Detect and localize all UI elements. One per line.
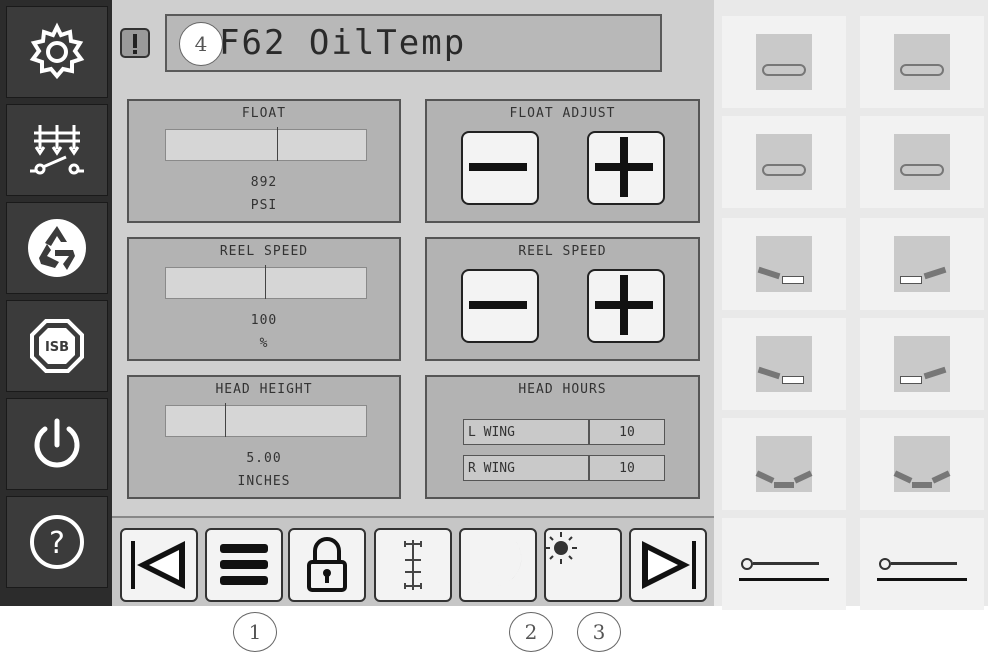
reel-aft-button[interactable]: [860, 16, 984, 108]
header-controls-icon: [30, 125, 84, 175]
reel-forward-icon: [756, 134, 812, 190]
header-tilt-up-icon: [739, 544, 829, 584]
right-wing-up-button[interactable]: [860, 218, 984, 310]
reel-speed-increase-button[interactable]: [587, 269, 665, 343]
left-wing-up-button[interactable]: [722, 218, 846, 310]
recycle-button[interactable]: [6, 202, 108, 294]
reel-forward-button[interactable]: [722, 116, 846, 208]
plus-icon-vertical: [620, 275, 628, 335]
head-height-card: HEAD HEIGHT 5.00 INCHES: [127, 375, 401, 499]
head-hours-left-label: L WING: [463, 419, 589, 445]
head-hours-right-label: R WING: [463, 455, 589, 481]
header-layout-icon: [404, 540, 422, 590]
power-icon: [34, 418, 80, 468]
settings-button[interactable]: [6, 6, 108, 98]
head-hours-row-right: R WING 10: [463, 455, 665, 481]
reel-speed-adjust-title: REEL SPEED: [518, 244, 607, 259]
reel-speed-gauge-marker: [265, 265, 266, 299]
reel-aft-icon: [894, 34, 950, 90]
minus-icon: [469, 301, 527, 309]
float-value: 892: [250, 175, 278, 190]
head-hours-right-value: 10: [589, 455, 665, 481]
reel-fore-aft-button[interactable]: [722, 16, 846, 108]
previous-page-button[interactable]: [120, 528, 198, 602]
fault-code-title: F62 OilTemp: [165, 14, 662, 72]
isb-icon: ISB: [30, 319, 84, 373]
float-increase-button[interactable]: [587, 131, 665, 205]
header-tilt-up-button[interactable]: [722, 518, 846, 610]
next-page-button[interactable]: [629, 528, 707, 602]
reel-fore-aft-icon: [756, 34, 812, 90]
header-tilt-down-button[interactable]: [860, 518, 984, 610]
header-layout-button[interactable]: [374, 528, 452, 602]
right-wing-down-button[interactable]: [860, 318, 984, 410]
left-wing-down-icon: [756, 336, 812, 392]
float-decrease-button[interactable]: [461, 131, 539, 205]
arrow-left-icon: [131, 541, 185, 589]
power-button[interactable]: [6, 398, 108, 490]
callout-1: 1: [233, 612, 277, 652]
left-wing-down-button[interactable]: [722, 318, 846, 410]
right-wing-up-icon: [894, 236, 950, 292]
header-controls-button[interactable]: [6, 104, 108, 196]
head-height-value: 5.00: [246, 451, 282, 466]
reel-speed-adjust-card: REEL SPEED: [425, 237, 700, 361]
reel-speed-unit: %: [259, 336, 269, 351]
wings-down-button[interactable]: [860, 418, 984, 510]
reel-back-button[interactable]: [860, 116, 984, 208]
float-gauge-marker: [277, 127, 278, 161]
float-adjust-title: FLOAT ADJUST: [509, 106, 616, 121]
reel-speed-card: REEL SPEED 100 %: [127, 237, 401, 361]
reel-speed-title: REEL SPEED: [219, 244, 309, 259]
night-mode-button[interactable]: [459, 528, 537, 602]
menu-button[interactable]: [205, 528, 283, 602]
float-unit: PSI: [250, 198, 278, 213]
recycle-icon: [28, 219, 86, 277]
bottom-toolbar: [112, 516, 714, 606]
head-height-unit: INCHES: [237, 474, 291, 489]
plus-icon-vertical: [620, 137, 628, 197]
float-title: FLOAT: [241, 106, 287, 121]
float-gauge: [165, 129, 367, 161]
callout-4: 4: [179, 22, 223, 66]
head-hours-title: HEAD HOURS: [518, 382, 607, 397]
right-wing-down-icon: [894, 336, 950, 392]
sun-icon: [545, 532, 577, 564]
wings-up-button[interactable]: [722, 418, 846, 510]
minus-icon: [469, 163, 527, 171]
reel-speed-value: 100: [250, 313, 278, 328]
wings-up-icon: [755, 436, 813, 492]
help-label: ?: [49, 526, 65, 561]
head-hours-row-left: L WING 10: [463, 419, 665, 445]
head-hours-card: HEAD HOURS L WING 10 R WING 10: [425, 375, 700, 499]
gear-icon: [29, 22, 85, 80]
left-wing-up-icon: [756, 236, 812, 292]
head-hours-left-value: 10: [589, 419, 665, 445]
callout-3: 3: [577, 612, 621, 652]
header-tilt-down-icon: [877, 544, 967, 584]
head-height-gauge-marker: [225, 403, 226, 437]
isb-button[interactable]: ISB: [6, 300, 108, 392]
day-mode-button[interactable]: [544, 528, 622, 602]
reel-speed-gauge: [165, 267, 367, 299]
help-icon: ?: [30, 515, 84, 569]
float-card: FLOAT 892 PSI: [127, 99, 401, 223]
wings-down-icon: [893, 436, 951, 492]
reel-speed-decrease-button[interactable]: [461, 269, 539, 343]
head-height-title: HEAD HEIGHT: [215, 382, 313, 397]
float-adjust-card: FLOAT ADJUST: [425, 99, 700, 223]
menu-icon: [220, 544, 268, 585]
lock-button[interactable]: [288, 528, 366, 602]
callout-2: 2: [509, 612, 553, 652]
arrow-right-icon: [642, 541, 696, 589]
head-height-gauge: [165, 405, 367, 437]
lock-icon: [307, 537, 347, 592]
moon-icon: [472, 539, 522, 587]
isb-label: ISB: [45, 340, 69, 355]
alarm-icon[interactable]: [120, 28, 150, 58]
help-button[interactable]: ?: [6, 496, 108, 588]
reel-back-icon: [894, 134, 950, 190]
